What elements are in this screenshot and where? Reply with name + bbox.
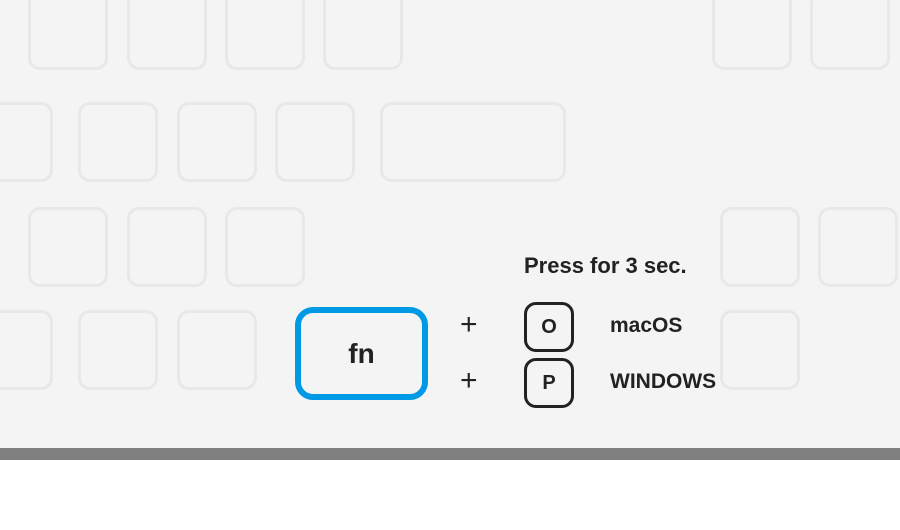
separator-bar bbox=[0, 448, 900, 460]
ghost-key bbox=[810, 0, 890, 70]
ghost-key bbox=[225, 207, 305, 287]
ghost-key bbox=[323, 0, 403, 70]
ghost-key bbox=[0, 102, 53, 182]
key-o: O bbox=[524, 302, 574, 352]
fn-key-highlight: fn bbox=[295, 307, 428, 400]
fn-key-label: fn bbox=[348, 338, 374, 370]
ghost-key bbox=[275, 102, 355, 182]
plus-symbol: + bbox=[460, 308, 478, 342]
ghost-key bbox=[177, 102, 257, 182]
ghost-key bbox=[78, 310, 158, 390]
press-duration-label: Press for 3 sec. bbox=[524, 253, 687, 279]
key-p-label: P bbox=[542, 372, 555, 395]
ghost-key bbox=[177, 310, 257, 390]
ghost-key bbox=[720, 310, 800, 390]
ghost-key bbox=[225, 0, 305, 70]
ghost-key bbox=[0, 310, 53, 390]
ghost-key bbox=[380, 102, 566, 182]
ghost-key bbox=[28, 0, 108, 70]
ghost-key bbox=[78, 102, 158, 182]
os-label-windows: WINDOWS bbox=[610, 370, 716, 394]
ghost-key bbox=[127, 0, 207, 70]
ghost-key bbox=[818, 207, 898, 287]
key-o-label: O bbox=[541, 316, 557, 339]
ghost-key bbox=[720, 207, 800, 287]
ghost-key bbox=[127, 207, 207, 287]
os-label-macos: macOS bbox=[610, 314, 682, 338]
ghost-key bbox=[28, 207, 108, 287]
ghost-key bbox=[712, 0, 792, 70]
bottom-whitespace bbox=[0, 460, 900, 530]
key-p: P bbox=[524, 358, 574, 408]
plus-symbol: + bbox=[460, 364, 478, 398]
